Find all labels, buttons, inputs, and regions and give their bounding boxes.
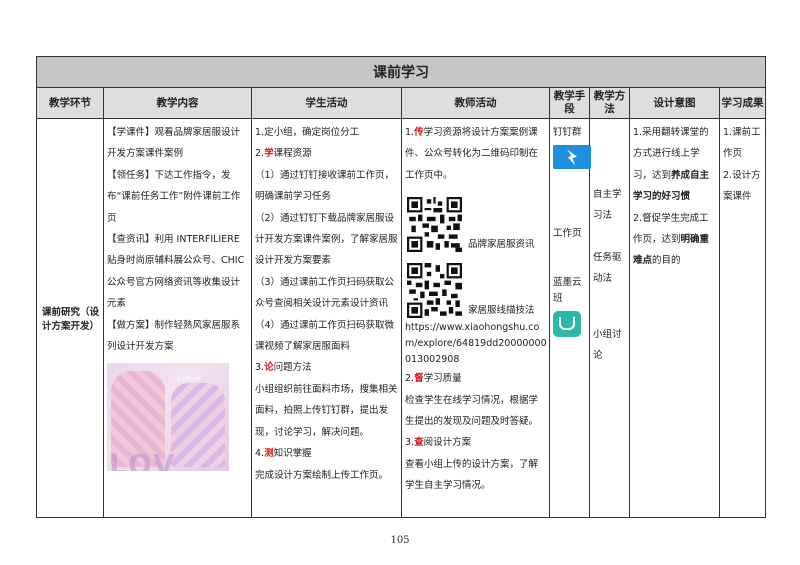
- teacher-cell: 1.传学习资源将设计方案案例课件、公众号转化为二维码印制在工作页中。 品牌家居服…: [401, 118, 550, 518]
- dingtalk-icon: [553, 145, 591, 170]
- teacher-step-1: 1.传学习资源将设计方案案例课件、公众号转化为二维码印制在工作页中。: [405, 127, 539, 181]
- resource-link[interactable]: https://www.xiaohongshu.com/explore/6481…: [405, 320, 547, 368]
- header-method: 教学方法: [589, 87, 630, 119]
- qr-code-block-1: 品牌家居服资讯: [405, 188, 547, 253]
- qr-label-1: 品牌家居服资讯: [468, 239, 535, 251]
- outcome-cell: 1.课前工作页 2.设计方案课件: [719, 118, 766, 518]
- student-step-1: 1.定小组，确定岗位分工: [255, 127, 360, 138]
- content-item: 【做方案】制作轻熟风家居服系列设计开发方案: [107, 319, 241, 353]
- header-student: 学生活动: [251, 87, 402, 119]
- header-means: 教学手段: [549, 87, 590, 119]
- qr-code-block-2: 家居服线描技法: [405, 254, 547, 319]
- means-lanmo: 蓝墨云班: [553, 276, 582, 304]
- student-sub-item: （1）通过钉钉接收课前工作页，明确课前学习任务: [255, 169, 395, 203]
- header-stage: 教学环节: [36, 87, 104, 119]
- student-sub-item: （3）通过课前工作页扫码获取公众号查阅相关设计元素设计资讯: [255, 276, 395, 310]
- teacher-step-2-text: 检查学生在线学习情况，根据学生提出的发现及问题及时答疑。: [405, 394, 539, 428]
- means-workbook: 工作页: [553, 228, 582, 240]
- table-title: 课前学习: [36, 56, 766, 88]
- means-cell: 钉钉群 工作页 蓝墨云班: [549, 118, 591, 518]
- student-step-4-text: 完成设计方案绘制上传工作页。: [255, 469, 389, 481]
- stage-cell: 课前研究（设计方案开发）: [36, 118, 104, 518]
- teacher-step-2: 2.督学习质量: [405, 373, 462, 385]
- content-item: 【领任务】下达工作指令，发布“课前任务工作”附件课前工作页: [107, 169, 241, 224]
- student-sub-item: （4）通过课前工作页扫码获取微课视频了解家居服面料: [255, 319, 395, 353]
- method-task-driven: 任务驱动法: [593, 251, 622, 285]
- outcome-2: 2.设计方案课件: [723, 169, 761, 203]
- header-teacher: 教师活动: [401, 87, 550, 119]
- pajama-photo: Cotton LOV: [107, 363, 229, 472]
- lesson-plan-table: 课前学习 教学环节 教学内容 学生活动 教师活动 教学手段 教学方法 设计意图 …: [36, 56, 766, 518]
- lanmo-cloud-icon: [553, 310, 581, 337]
- intent-cell: 1.采用翻转课堂的方式进行线上学习，达到养成自主学习的好习惯 2.督促学生完成工…: [629, 118, 720, 518]
- qr-code-icon[interactable]: [407, 263, 462, 319]
- photo-watermark: LOV: [109, 448, 177, 472]
- photo-label: Cotton: [177, 375, 201, 384]
- method-group-discussion: 小组讨论: [593, 328, 622, 362]
- method-cell: 自主学习法 任务驱动法 小组讨论: [589, 118, 630, 518]
- content-cell: 【学课件】观看品牌家居服设计开发方案课件案例 【领任务】下达工作指令，发布“课前…: [103, 118, 252, 518]
- qr-code-icon[interactable]: [407, 197, 462, 253]
- student-step-2: 2.学课程资源: [255, 148, 312, 160]
- content-item: 【学课件】观看品牌家居服设计开发方案课件案例: [107, 127, 241, 160]
- student-cell: 1.定小组，确定岗位分工 2.学课程资源 （1）通过钉钉接收课前工作页，明确课前…: [251, 118, 402, 518]
- student-step-3-text: 小组组织前往面料市场，搜集相关面料，拍照上传钉钉群，提出发现，讨论学习，解决问题…: [255, 383, 398, 438]
- teacher-step-3: 3.查阅设计方案: [405, 437, 472, 449]
- teacher-step-3-text: 查看小组上传的设计方案，了解学生自主学习情况。: [405, 458, 539, 492]
- intent-2: 2.督促学生完成工作页，达到明确重难点的目的: [633, 212, 710, 267]
- intent-1: 1.采用翻转课堂的方式进行线上学习，达到养成自主学习的好习惯: [633, 127, 710, 203]
- method-self-study: 自主学习法: [593, 189, 622, 222]
- content-item: 【查资讯】利用 INTERFILIERE 贴身时尚原辅料展公众号、CHIC 公众…: [107, 234, 245, 310]
- qr-label-2: 家居服线描技法: [468, 305, 535, 317]
- stage-label: 课前研究（设计方案开发）: [41, 306, 99, 332]
- header-content: 教学内容: [103, 87, 252, 119]
- header-intent: 设计意图: [629, 87, 720, 119]
- header-outcome: 学习成果: [719, 87, 766, 119]
- means-dingtalk: 钉钉群: [553, 127, 582, 138]
- student-step-3: 3.论问题方法: [255, 362, 312, 374]
- student-sub-item: （2）通过钉钉下载品牌家居服设计开发方案课件案例，了解家居服设计开发方案要素: [255, 212, 398, 267]
- student-step-4: 4.测知识掌握: [255, 448, 312, 460]
- page-number: 105: [390, 535, 410, 546]
- outcome-1: 1.课前工作页: [723, 127, 761, 160]
